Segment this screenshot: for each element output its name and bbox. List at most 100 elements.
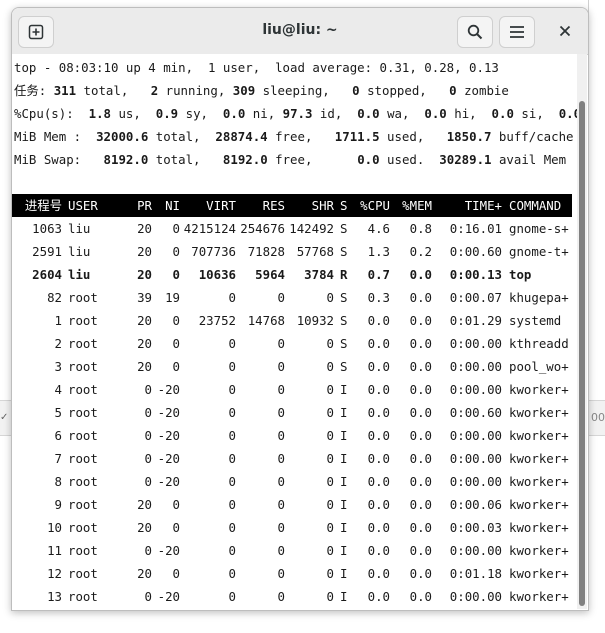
cell-pr: 0 <box>144 382 152 397</box>
cell-res: 0 <box>277 359 285 374</box>
cell-virt: 23752 <box>198 313 236 328</box>
cell-time: 0:00.00 <box>449 428 502 443</box>
cell-res: 0 <box>277 474 285 489</box>
cell-pid: 13 <box>47 589 62 604</box>
cell-s: S <box>340 336 348 351</box>
cell-virt: 0 <box>228 382 236 397</box>
cell-cmd: kworker+ <box>509 566 569 581</box>
column-header-pid: 进程号 <box>24 198 62 213</box>
cell-virt: 0 <box>228 428 236 443</box>
cell-cpu: 1.3 <box>367 244 390 259</box>
cell-mem: 0.0 <box>409 543 432 558</box>
cell-virt: 0 <box>228 520 236 535</box>
cell-virt: 10636 <box>198 267 236 282</box>
cell-ni: 0 <box>172 359 180 374</box>
cell-res: 0 <box>277 566 285 581</box>
cell-cpu: 0.3 <box>367 290 390 305</box>
cell-pid: 2591 <box>32 244 62 259</box>
cell-cpu: 0.0 <box>367 382 390 397</box>
cell-cmd: kworker+ <box>509 405 569 420</box>
cell-res: 0 <box>277 290 285 305</box>
cell-cpu: 0.0 <box>367 428 390 443</box>
table-row: 5 root 0 -20 0 0 0 I 0.0 0.0 0:00.60 kworker+ <box>12 401 572 424</box>
cell-ni: -20 <box>157 474 180 489</box>
table-row: 82 root 39 19 0 0 0 S 0.3 0.0 0:00.07 khugepa+ <box>12 286 572 309</box>
column-header-pr: PR <box>137 198 152 213</box>
cell-time: 0:00.00 <box>449 474 502 489</box>
cell-virt: 0 <box>228 566 236 581</box>
cell-cpu: 0.0 <box>367 313 390 328</box>
column-header-cpu: %CPU <box>360 198 390 213</box>
table-row: 9 root 20 0 0 0 0 I 0.0 0.0 0:00.06 kworker+ <box>12 493 572 516</box>
close-button[interactable] <box>550 16 580 46</box>
background-toolbar-right: 00 <box>588 400 605 436</box>
cell-ni: 0 <box>172 221 180 236</box>
cell-shr: 0 <box>326 543 334 558</box>
cell-cmd: kworker+ <box>509 382 569 397</box>
cell-ni: -20 <box>157 405 180 420</box>
cell-time: 0:00.07 <box>449 290 502 305</box>
cell-cmd: kthreadd <box>509 336 569 351</box>
cell-pr: 20 <box>137 520 152 535</box>
cell-user: liu <box>68 244 91 259</box>
table-row: 2 root 20 0 0 0 0 S 0.0 0.0 0:00.00 kthreadd <box>12 332 572 355</box>
cell-time: 0:00.03 <box>449 520 502 535</box>
header-bar: liu@liu: ~ <box>12 8 588 55</box>
cell-shr: 0 <box>326 382 334 397</box>
cell-pr: 39 <box>137 290 152 305</box>
cell-shr: 0 <box>326 520 334 535</box>
cell-pid: 2604 <box>32 267 62 282</box>
cell-cmd: pool_wo+ <box>509 359 569 374</box>
cell-time: 0:01.18 <box>449 566 502 581</box>
cell-cpu: 0.0 <box>367 543 390 558</box>
cell-s: S <box>340 221 348 236</box>
cell-mem: 0.0 <box>409 497 432 512</box>
cell-time: 0:00.06 <box>449 497 502 512</box>
column-header-s: S <box>340 198 348 213</box>
cell-virt: 707736 <box>191 244 236 259</box>
cell-shr: 0 <box>326 290 334 305</box>
cell-cpu: 0.0 <box>367 405 390 420</box>
search-button[interactable] <box>457 16 493 48</box>
cell-ni: -20 <box>157 428 180 443</box>
column-header-virt: VIRT <box>206 198 236 213</box>
cell-user: root <box>68 520 98 535</box>
cell-mem: 0.0 <box>409 474 432 489</box>
terminal-content[interactable]: top - 08:03:10 up 4 min, 1 user, load av… <box>12 54 578 609</box>
cell-res: 71828 <box>247 244 285 259</box>
cell-cmd: top <box>509 267 532 282</box>
cell-res: 0 <box>277 497 285 512</box>
cell-time: 0:00.00 <box>449 359 502 374</box>
cell-cmd: kworker+ <box>509 589 569 604</box>
cell-shr: 0 <box>326 497 334 512</box>
cell-time: 0:00.60 <box>449 244 502 259</box>
cell-ni: -20 <box>157 543 180 558</box>
process-table-header: 进程号 USER PR NI VIRT RES SHR S %CPU %MEM TIME+ COMMA… <box>12 194 572 217</box>
cell-shr: 0 <box>326 589 334 604</box>
cell-user: root <box>68 451 98 466</box>
cell-pid: 1 <box>54 313 62 328</box>
cell-ni: 0 <box>172 244 180 259</box>
cell-mem: 0.0 <box>409 405 432 420</box>
cell-virt: 0 <box>228 451 236 466</box>
cell-cmd: kworker+ <box>509 543 569 558</box>
cell-mem: 0.0 <box>409 520 432 535</box>
column-header-time: TIME+ <box>464 198 502 213</box>
cell-ni: -20 <box>157 589 180 604</box>
cell-user: root <box>68 474 98 489</box>
cell-pid: 9 <box>54 497 62 512</box>
column-header-user: USER <box>68 198 98 213</box>
menu-button[interactable] <box>499 16 535 48</box>
cell-res: 0 <box>277 405 285 420</box>
cell-shr: 10932 <box>296 313 334 328</box>
cell-cmd: gnome-s+ <box>509 221 569 236</box>
cell-s: I <box>340 382 348 397</box>
column-header-ni: NI <box>165 198 180 213</box>
scrollbar-thumb[interactable] <box>579 101 585 606</box>
tasks-line: 任务: 311 total, 2 running, 309 sleeping, … <box>14 83 509 98</box>
cell-s: R <box>340 267 348 282</box>
cell-s: I <box>340 428 348 443</box>
cell-pr: 0 <box>144 451 152 466</box>
cell-pid: 82 <box>47 290 62 305</box>
cell-mem: 0.0 <box>409 428 432 443</box>
